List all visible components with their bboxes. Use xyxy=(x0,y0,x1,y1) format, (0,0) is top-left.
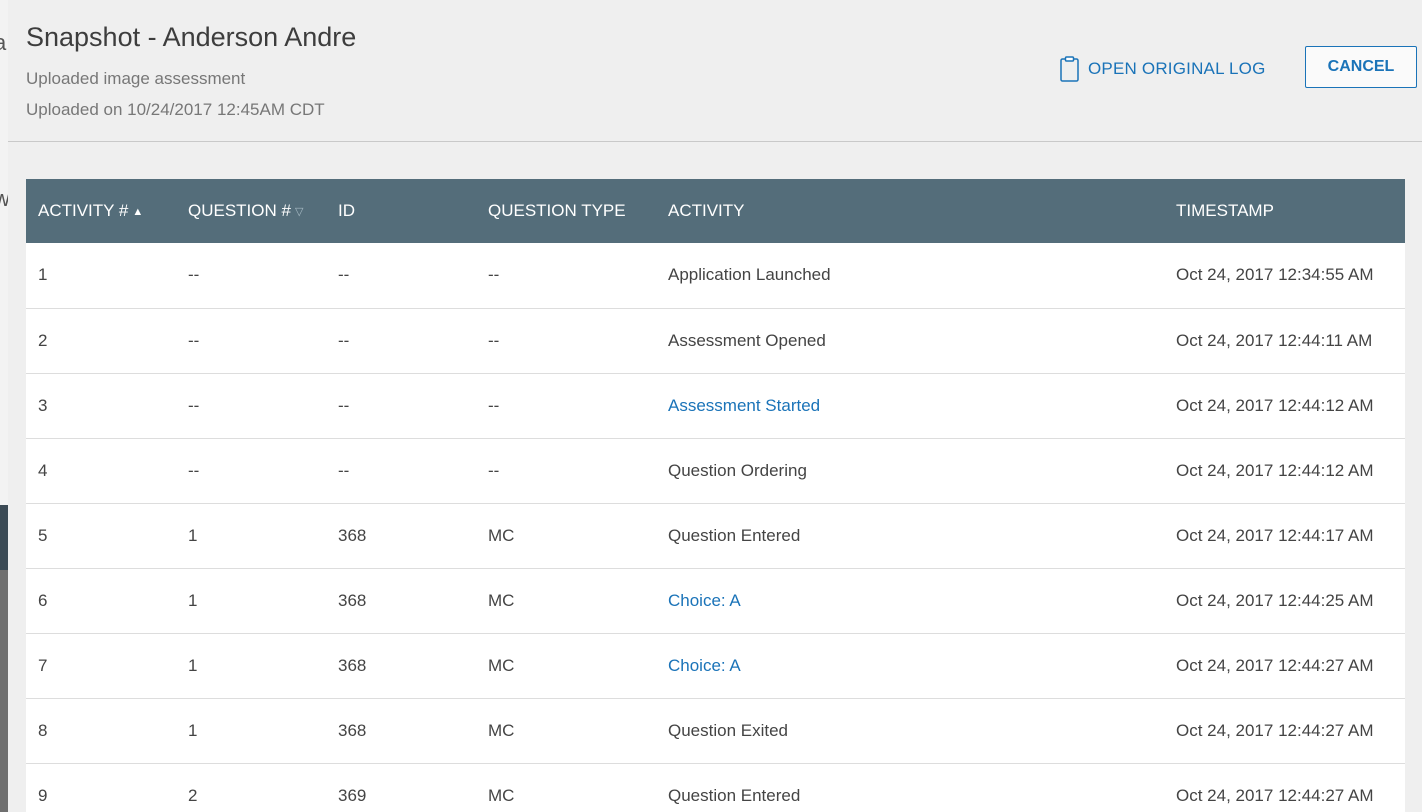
cell-activity[interactable]: Choice: A xyxy=(656,633,1164,698)
cell-activity: Question Exited xyxy=(668,720,789,740)
cell-id: -- xyxy=(338,460,350,480)
cell-question-num: 1 xyxy=(188,525,198,545)
column-header-label: QUESTION # xyxy=(188,201,291,220)
cell-id: -- xyxy=(338,395,350,415)
column-header-question-type[interactable]: QUESTION TYPE xyxy=(476,179,656,243)
cell-activity: Question Entered xyxy=(668,785,801,805)
cell-question-type: -- xyxy=(488,265,500,285)
table-row: 3 -- -- -- Assessment Started Oct 24, 2017 12… xyxy=(26,373,1405,438)
cell-activity-num: 8 xyxy=(38,720,48,740)
cell-question-type: -- xyxy=(488,330,500,350)
cell-activity[interactable]: Assessment Started xyxy=(656,373,1164,438)
column-header-label: ID xyxy=(338,201,355,220)
cell-timestamp: Oct 24, 2017 12:44:17 AM xyxy=(1176,525,1374,545)
cell-activity-num: 2 xyxy=(38,330,48,350)
column-header-label: ACTIVITY xyxy=(668,201,745,220)
table-row: 8 1 368 MC Question Exited Oct 24, 2017 12:44… xyxy=(26,698,1405,763)
cell-activity: Question Ordering xyxy=(668,460,807,480)
snapshot-modal: Snapshot - Anderson Andre Uploaded image… xyxy=(8,0,1422,812)
column-header-label: ACTIVITY # xyxy=(38,201,129,220)
background-light-panel xyxy=(0,0,8,505)
cell-timestamp: Oct 24, 2017 12:44:12 AM xyxy=(1176,395,1374,415)
table-row: 5 1 368 MC Question Entered Oct 24, 2017 12:4… xyxy=(26,503,1405,568)
background-text-fragment: a xyxy=(0,30,7,55)
sort-asc-icon[interactable]: ▲ xyxy=(132,206,143,218)
cell-question-type: MC xyxy=(488,590,515,610)
cell-question-num: -- xyxy=(188,330,200,350)
table-row: 4 -- -- -- Question Ordering Oct 24, 2017 12:… xyxy=(26,438,1405,503)
cell-question-type: MC xyxy=(488,655,515,675)
cell-id: 368 xyxy=(338,720,367,740)
cell-id: 368 xyxy=(338,525,367,545)
column-header-label: QUESTION TYPE xyxy=(488,201,626,220)
cell-question-num: 2 xyxy=(188,785,198,805)
cell-question-num: 1 xyxy=(188,590,198,610)
column-header-activity[interactable]: ACTIVITY xyxy=(656,179,1164,243)
cell-question-num: 1 xyxy=(188,655,198,675)
cell-question-type: -- xyxy=(488,460,500,480)
modal-header: Snapshot - Anderson Andre Uploaded image… xyxy=(8,0,1422,142)
background-dark-panel xyxy=(0,505,8,570)
table-row: 1 -- -- -- Application Launched Oct 24, 2017 … xyxy=(26,243,1405,308)
column-header-id[interactable]: ID xyxy=(326,179,476,243)
cell-timestamp: Oct 24, 2017 12:44:27 AM xyxy=(1176,785,1374,805)
cell-question-num: -- xyxy=(188,395,200,415)
column-header-label: TIMESTAMP xyxy=(1176,201,1274,220)
cancel-button[interactable]: CANCEL xyxy=(1305,46,1417,88)
cell-question-num: -- xyxy=(188,265,200,285)
cell-activity: Application Launched xyxy=(668,265,831,285)
cell-activity-num: 6 xyxy=(38,590,48,610)
cell-question-num: 1 xyxy=(188,720,198,740)
cell-question-type: MC xyxy=(488,525,515,545)
cell-activity: Question Entered xyxy=(668,525,801,545)
table-row: 2 -- -- -- Assessment Opened Oct 24, 2017 12:… xyxy=(26,308,1405,373)
column-header-activity-num[interactable]: ACTIVITY # ▲ xyxy=(26,179,176,243)
cell-question-type: MC xyxy=(488,720,515,740)
cell-activity-num: 5 xyxy=(38,525,48,545)
cell-activity[interactable]: Choice: A xyxy=(656,568,1164,633)
column-header-timestamp[interactable]: TIMESTAMP xyxy=(1164,179,1405,243)
table-row: 9 2 369 MC Question Entered Oct 24, 2017 12:4… xyxy=(26,763,1405,812)
open-original-log-button[interactable]: OPEN ORIGINAL LOG xyxy=(1060,55,1266,83)
upload-date: Uploaded on 10/24/2017 12:45AM CDT xyxy=(26,100,325,119)
cell-timestamp: Oct 24, 2017 12:34:55 AM xyxy=(1176,265,1374,285)
cell-question-type: -- xyxy=(488,395,500,415)
sort-desc-icon[interactable]: ▽ xyxy=(295,206,303,218)
cell-timestamp: Oct 24, 2017 12:44:27 AM xyxy=(1176,655,1374,675)
cell-id: 368 xyxy=(338,655,367,675)
cell-activity: Assessment Opened xyxy=(668,330,826,350)
cell-id: -- xyxy=(338,330,350,350)
activity-log-table: ACTIVITY # ▲ QUESTION # ▽ ID QUESTION TYPE ACT… xyxy=(26,179,1405,812)
cell-timestamp: Oct 24, 2017 12:44:25 AM xyxy=(1176,590,1374,610)
table-header-row: ACTIVITY # ▲ QUESTION # ▽ ID QUESTION TYPE ACT… xyxy=(26,179,1405,243)
modal-title: Snapshot - Anderson Andre xyxy=(26,22,357,52)
cell-activity-num: 4 xyxy=(38,460,48,480)
modal-subtitle: Uploaded image assessment xyxy=(26,69,246,88)
clipboard-icon xyxy=(1060,56,1079,82)
cell-id: 368 xyxy=(338,590,367,610)
cell-timestamp: Oct 24, 2017 12:44:12 AM xyxy=(1176,460,1374,480)
open-original-log-label: OPEN ORIGINAL LOG xyxy=(1088,59,1266,78)
cell-id: 369 xyxy=(338,785,367,805)
background-page-edge: a w xyxy=(0,0,8,812)
cell-activity-num: 3 xyxy=(38,395,48,415)
cell-question-num: -- xyxy=(188,460,200,480)
cell-timestamp: Oct 24, 2017 12:44:11 AM xyxy=(1176,330,1373,350)
cell-id: -- xyxy=(338,265,350,285)
cell-activity-num: 7 xyxy=(38,655,48,675)
table-row: 6 1 368 MC Choice: A Oct 24, 2017 12:44:25 AM xyxy=(26,568,1405,633)
cell-activity-num: 1 xyxy=(38,265,48,285)
table-body: 1 -- -- -- Application Launched Oct 24, 2017 … xyxy=(26,243,1405,812)
cell-activity-num: 9 xyxy=(38,785,48,805)
cell-timestamp: Oct 24, 2017 12:44:27 AM xyxy=(1176,720,1374,740)
column-header-question-num[interactable]: QUESTION # ▽ xyxy=(176,179,326,243)
background-text-fragment: w xyxy=(0,186,8,211)
cell-question-type: MC xyxy=(488,785,515,805)
table-row: 7 1 368 MC Choice: A Oct 24, 2017 12:44:27 AM xyxy=(26,633,1405,698)
